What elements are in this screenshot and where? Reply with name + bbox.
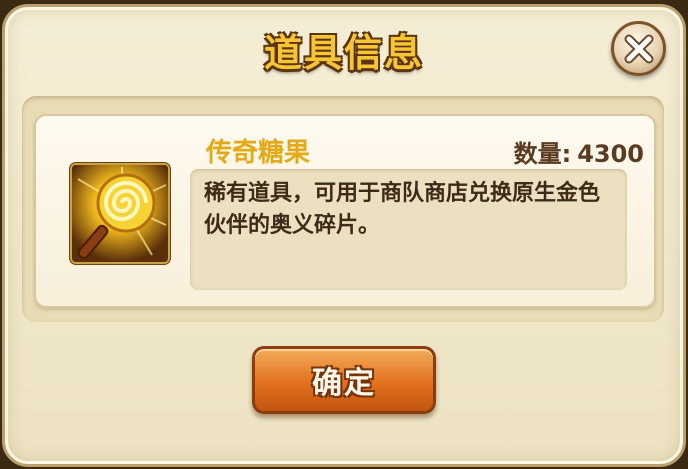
- item-quantity: 数量: 4300: [514, 134, 644, 169]
- close-button[interactable]: [611, 21, 666, 76]
- item-name: 传奇糖果: [206, 138, 311, 168]
- confirm-button[interactable]: 确定: [252, 346, 436, 414]
- quantity-value: 4300: [577, 140, 644, 168]
- quantity-label: 数量:: [513, 140, 572, 168]
- lollipop-candy-icon: [70, 163, 170, 264]
- close-x-icon: [624, 34, 653, 63]
- confirm-button-label: 确定: [312, 366, 376, 401]
- dialog-title: 道具信息: [263, 31, 424, 75]
- item-description: 稀有道具，可用于商队商店兑换原生金色伙伴的奥义碎片。: [204, 181, 601, 238]
